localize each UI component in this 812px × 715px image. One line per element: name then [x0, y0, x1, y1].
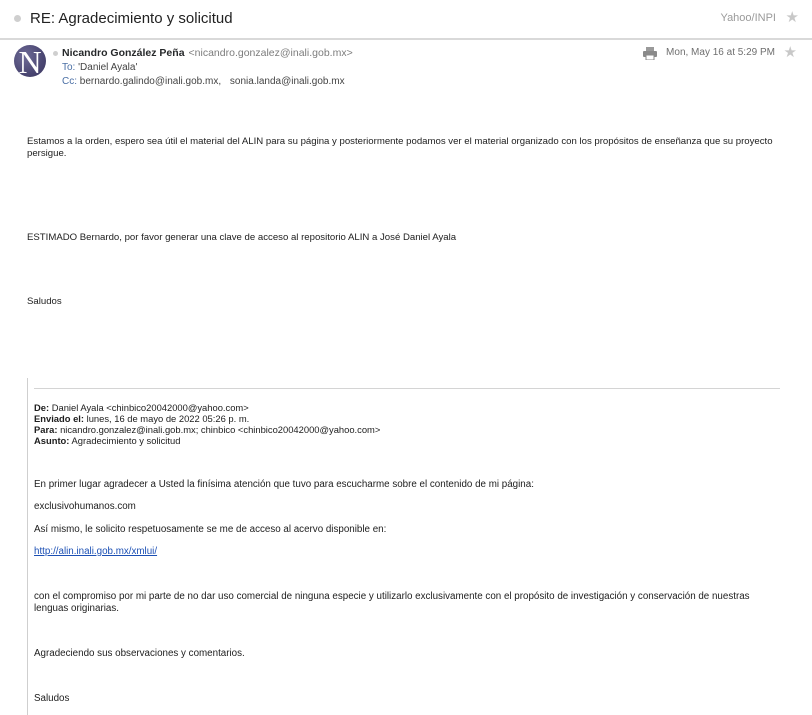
quoted-paragraph: Así mismo, le solicito respetuosamente s…	[34, 524, 387, 535]
quoted-subject-label: Asunto:	[34, 435, 70, 446]
quoted-subject-value: Agradecimiento y solicitud	[71, 435, 181, 446]
folder-label[interactable]: Yahoo/INPI	[721, 12, 776, 24]
star-icon[interactable]: ★	[786, 10, 799, 25]
quoted-sent-label: Enviado el:	[34, 413, 85, 424]
quoted-from-label: De:	[34, 402, 50, 413]
unread-dot-icon[interactable]	[14, 15, 21, 22]
quoted-to-value: nicandro.gonzalez@inali.gob.mx; chinbico…	[60, 424, 381, 435]
quoted-to: Para: nicandro.gonzalez@inali.gob.mx; ch…	[34, 424, 380, 435]
avatar[interactable]: N	[14, 45, 46, 77]
quoted-subject: Asunto: Agradecimiento y solicitud	[34, 435, 180, 446]
alin-link[interactable]: http://alin.inali.gob.mx/xmlui/	[34, 546, 784, 558]
quoted-from: De: Daniel Ayala <chinbico20042000@yahoo…	[34, 402, 249, 413]
quoted-paragraph: exclusivohumanos.com	[34, 501, 136, 512]
quoted-from-value: Daniel Ayala <chinbico20042000@yahoo.com…	[51, 402, 249, 413]
quote-divider	[34, 388, 780, 389]
quoted-paragraph: con el compromiso por mi parte de no dar…	[34, 591, 750, 614]
body-paragraph: ESTIMADO Bernardo, por favor generar una…	[27, 232, 457, 243]
body-paragraph: Estamos a la orden, espero sea útil el m…	[27, 136, 773, 159]
star-icon[interactable]: ★	[784, 45, 797, 60]
quoted-sent: Enviado el: lunes, 16 de mayo de 2022 05…	[34, 413, 249, 424]
quoted-to-label: Para:	[34, 424, 58, 435]
quoted-paragraph: Saludos	[34, 693, 70, 704]
to-recipient[interactable]: 'Daniel Ayala'	[78, 62, 137, 73]
quoted-paragraph: En primer lugar agradecer a Usted la fin…	[34, 479, 534, 490]
presence-dot-icon	[53, 51, 58, 56]
avatar-letter: N	[18, 45, 42, 77]
to-line: To: 'Daniel Ayala'	[62, 62, 137, 73]
cc-label: Cc:	[62, 76, 77, 87]
quoted-sent-value: lunes, 16 de mayo de 2022 05:26 p. m.	[86, 413, 250, 424]
subject-bar: RE: Agradecimiento y solicitud Yahoo/INP…	[0, 0, 812, 40]
cc-recipient[interactable]: sonia.landa@inali.gob.mx	[230, 76, 345, 87]
body-paragraph: Saludos	[27, 296, 62, 307]
quoted-paragraph: Agradeciendo sus observaciones y comenta…	[34, 648, 245, 659]
to-label: To:	[62, 62, 76, 73]
cc-line: Cc: bernardo.galindo@inali.gob.mx, sonia…	[62, 76, 351, 87]
quote-border	[27, 378, 28, 715]
subject-title: RE: Agradecimiento y solicitud	[30, 10, 233, 27]
sender-line: Nicandro González Peña <nicandro.gonzalez…	[62, 47, 353, 59]
print-icon[interactable]	[643, 47, 657, 60]
cc-recipient[interactable]: bernardo.galindo@inali.gob.mx,	[80, 76, 221, 87]
sender-name[interactable]: Nicandro González Peña	[62, 47, 185, 59]
date-text: Mon, May 16 at 5:29 PM	[666, 47, 775, 58]
sender-email[interactable]: <nicandro.gonzalez@inali.gob.mx>	[189, 47, 353, 59]
